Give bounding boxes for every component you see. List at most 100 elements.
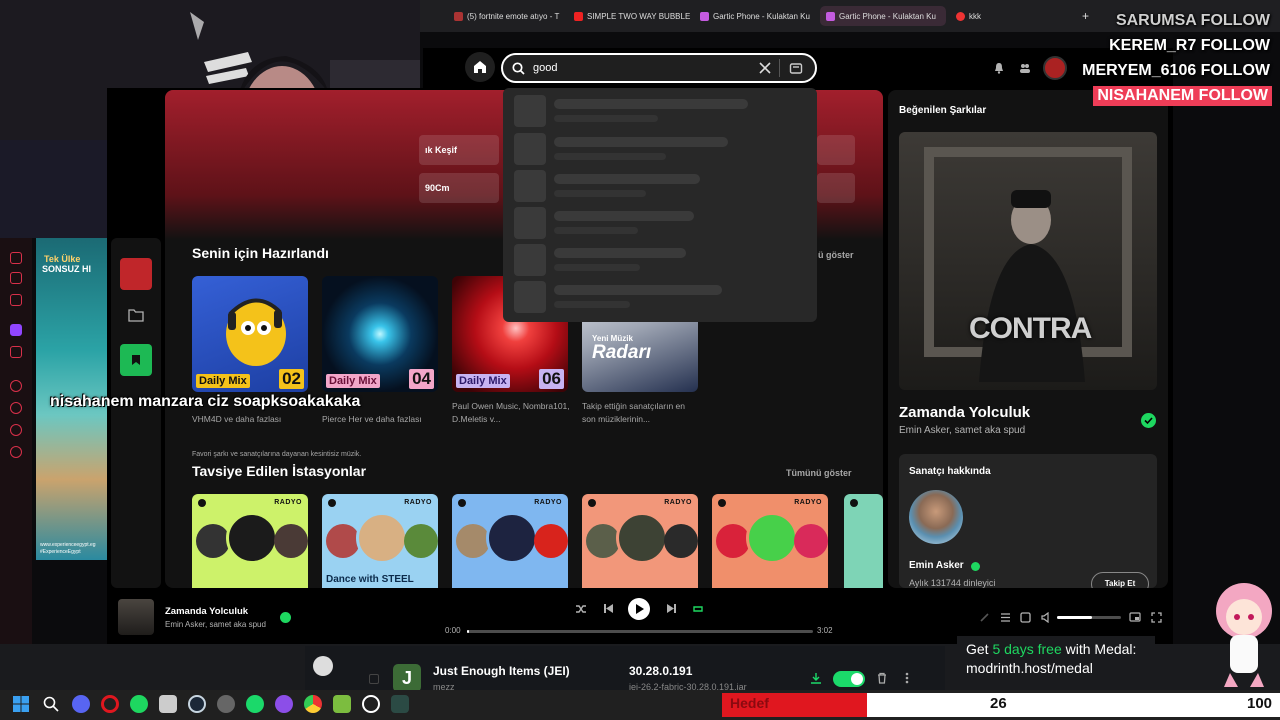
now-playing-artists[interactable]: Emin Asker, samet aka spud: [165, 620, 266, 629]
windows-start-icon[interactable]: [13, 696, 29, 712]
bell-icon[interactable]: [993, 62, 1005, 74]
mod-enable-toggle[interactable]: [833, 671, 865, 687]
suggestion-skeleton[interactable]: [514, 133, 546, 165]
daily-mix-card-02[interactable]: Daily Mix 02: [192, 276, 308, 392]
steam-icon[interactable]: [188, 695, 206, 713]
progress-bar[interactable]: [467, 630, 813, 633]
show-all-link[interactable]: ü göster: [818, 250, 854, 260]
volume-slider[interactable]: [1057, 616, 1121, 619]
section-title-stations[interactable]: Tavsiye Edilen İstasyonlar: [192, 463, 366, 479]
suggestion-skeleton[interactable]: [514, 95, 546, 127]
liked-check-icon[interactable]: [1141, 413, 1156, 428]
repeat-icon[interactable]: [692, 603, 704, 615]
mod-select-checkbox[interactable]: [369, 674, 379, 684]
browser-tab[interactable]: kkk: [950, 6, 1070, 26]
clock-icon[interactable]: [10, 402, 22, 414]
suggestion-skeleton[interactable]: [514, 244, 546, 276]
friends-icon[interactable]: [1019, 62, 1031, 74]
browse-icon[interactable]: [789, 61, 803, 75]
radio-station-card[interactable]: RADYO: [582, 494, 698, 588]
library-item-avatar[interactable]: [120, 258, 152, 290]
daily-mix-number: 04: [409, 369, 434, 389]
obs-icon[interactable]: [362, 695, 380, 713]
panel-song-title[interactable]: Zamanda Yolculuk: [899, 404, 1030, 421]
search-input[interactable]: good: [533, 62, 557, 74]
previous-icon[interactable]: [603, 603, 614, 614]
clear-search-icon[interactable]: [759, 62, 771, 74]
radio-station-card[interactable]: [844, 494, 883, 588]
medal-ad-line1: Get 5 days free with Medal:: [966, 641, 1137, 657]
app-icon[interactable]: [217, 695, 235, 713]
quick-pick-card[interactable]: [817, 173, 855, 203]
radio-station-card[interactable]: RADYO: [192, 494, 308, 588]
show-all-link[interactable]: Tümünü göster: [786, 468, 852, 478]
app-icon[interactable]: [10, 346, 22, 358]
quick-pick-card[interactable]: [817, 135, 855, 165]
liked-check-icon[interactable]: [280, 612, 291, 623]
search-box[interactable]: good: [501, 53, 817, 83]
browser-tab-active[interactable]: Gartic Phone - Kulaktan Ku: [820, 6, 946, 26]
quick-pick-card[interactable]: ık Keşif: [419, 135, 499, 165]
app-icon[interactable]: [10, 272, 22, 284]
app-icon[interactable]: [275, 695, 293, 713]
mic-icon[interactable]: [979, 612, 990, 623]
minecraft-icon[interactable]: [333, 695, 351, 713]
app-avatar-icon[interactable]: [313, 656, 333, 676]
radio-label: RADYO: [794, 499, 822, 506]
fullscreen-icon[interactable]: [1151, 612, 1162, 623]
app-icon[interactable]: [10, 252, 22, 264]
app-icon[interactable]: [10, 380, 22, 392]
browser-tab[interactable]: SIMPLE TWO WAY BUBBLE: [568, 6, 692, 26]
now-playing-title[interactable]: Zamanda Yolculuk: [165, 606, 248, 617]
suggestion-skeleton[interactable]: [514, 170, 546, 202]
quick-pick-card[interactable]: 90Cm: [419, 173, 499, 203]
panel-header[interactable]: Beğenilen Şarkılar: [899, 105, 986, 116]
browser-tab[interactable]: Gartic Phone - Kulaktan Ku: [694, 6, 818, 26]
volume-icon[interactable]: [1041, 612, 1052, 623]
browser-tab[interactable]: (5) fortnite emote atıyo - T: [448, 6, 566, 26]
radio-station-card[interactable]: RADYO: [452, 494, 568, 588]
artist-name[interactable]: Emin Asker: [909, 560, 964, 571]
panel-song-artists[interactable]: Emin Asker, samet aka spud: [899, 425, 1025, 436]
trash-icon[interactable]: [876, 672, 888, 684]
folder-icon[interactable]: [128, 308, 144, 322]
more-options-icon[interactable]: [905, 672, 909, 684]
profile-avatar[interactable]: [1043, 56, 1067, 80]
artist-avatar[interactable]: [909, 490, 963, 544]
app-icon[interactable]: [159, 695, 177, 713]
settings-icon[interactable]: [10, 446, 22, 458]
home-button[interactable]: [465, 52, 495, 82]
saved-episodes-item[interactable]: [120, 344, 152, 376]
modrinth-icon[interactable]: [246, 695, 264, 713]
now-playing-cover[interactable]: [118, 599, 154, 635]
radio-station-card[interactable]: RADYO: [712, 494, 828, 588]
spotify-icon[interactable]: [130, 695, 148, 713]
next-icon[interactable]: [666, 603, 677, 614]
daily-mix-card-04[interactable]: Daily Mix 04: [322, 276, 438, 392]
app-icon[interactable]: [10, 294, 22, 306]
play-icon: [636, 604, 644, 614]
connect-device-icon[interactable]: [1020, 612, 1031, 623]
search-icon[interactable]: [43, 696, 59, 712]
suggestion-skeleton[interactable]: [514, 281, 546, 313]
follow-button[interactable]: Takip Et: [1091, 572, 1149, 588]
section-title-made-for-you[interactable]: Senin için Hazırlandı: [192, 245, 329, 261]
play-button[interactable]: [628, 598, 650, 620]
radio-station-card[interactable]: RADYO Dance with STEEL: [322, 494, 438, 588]
app-icon[interactable]: [391, 695, 409, 713]
new-tab-button[interactable]: +: [1076, 6, 1096, 26]
miniplayer-icon[interactable]: [1129, 612, 1141, 623]
discord-icon[interactable]: [72, 695, 90, 713]
app-icon[interactable]: [10, 424, 22, 436]
download-icon[interactable]: [810, 672, 822, 684]
queue-icon[interactable]: [1000, 612, 1011, 623]
mod-name[interactable]: Just Enough Items (JEI): [433, 664, 570, 678]
daily-mix-number: 02: [279, 369, 304, 389]
opera-gx-icon[interactable]: [101, 695, 119, 713]
twitch-icon: [454, 11, 463, 21]
suggestion-skeleton[interactable]: [514, 207, 546, 239]
chrome-icon[interactable]: [304, 695, 322, 713]
follow-alert: KEREM_R7 FOLLOW: [1109, 37, 1270, 54]
shuffle-icon[interactable]: [575, 603, 587, 615]
twitch-icon[interactable]: [10, 324, 22, 336]
